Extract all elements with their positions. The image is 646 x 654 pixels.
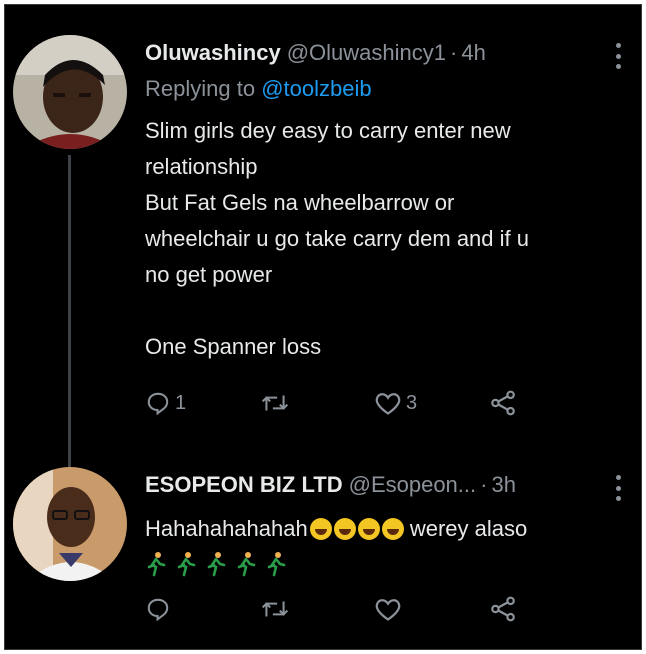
- separator-dot: ·: [480, 472, 488, 497]
- retweet-icon: [261, 601, 288, 617]
- like-button[interactable]: [374, 596, 489, 622]
- tweet-header: Oluwashincy @Oluwashincy1 · 4h: [145, 35, 621, 71]
- like-icon: [375, 599, 401, 621]
- runner-emoji-icon: [177, 552, 196, 577]
- tweet-text-line: Hahahahahahah: [145, 516, 308, 541]
- avatar-esopeon[interactable]: [13, 467, 127, 581]
- tweet-actions: [145, 595, 603, 623]
- tweet-content: Oluwashincy @Oluwashincy1 · 4h Replying to …: [145, 35, 621, 365]
- tweet-oluwashincy[interactable]: Oluwashincy @Oluwashincy1 · 4h Replying to …: [5, 35, 641, 467]
- replying-to: Replying to @toolzbeib: [145, 73, 613, 105]
- reply-count: 1: [175, 391, 187, 414]
- thread-connector-line: [68, 155, 71, 467]
- tweet-text-line: One Spanner loss: [145, 334, 322, 359]
- reply-icon: [147, 598, 169, 622]
- tweet-text-line: wheelchair u go take carry dem and if u: [145, 226, 529, 251]
- grinning-emoji-icon: [381, 518, 404, 540]
- runner-emoji-icon: [237, 552, 256, 577]
- retweet-button[interactable]: [260, 596, 375, 622]
- retweet-button[interactable]: [260, 390, 375, 416]
- emoji-row: [145, 547, 613, 581]
- laughing-emoji-icon: [333, 518, 356, 540]
- tweet-text-line: Slim girls dey easy to carry enter new: [145, 118, 511, 143]
- tweet-header: ESOPEON BIZ LTD @Esopeon... · 3h: [145, 467, 621, 503]
- replying-label: Replying to: [145, 76, 256, 101]
- tweet-content: ESOPEON BIZ LTD @Esopeon... · 3h Hahahahaha…: [145, 467, 621, 581]
- tweet-text-line: werey alaso: [409, 516, 528, 541]
- runner-emoji-icon: [147, 552, 166, 577]
- timestamp[interactable]: 4h: [461, 40, 485, 65]
- runner-emoji-icon: [207, 552, 226, 577]
- reply-icon: [147, 392, 169, 416]
- share-button[interactable]: [489, 389, 604, 417]
- like-icon: [375, 393, 401, 415]
- more-icon[interactable]: [613, 43, 623, 69]
- reply-button[interactable]: 1: [145, 390, 260, 416]
- user-handle[interactable]: @Esopeon...: [349, 472, 477, 497]
- tweet-text-line: no get power: [145, 262, 273, 287]
- share-button[interactable]: [489, 595, 604, 623]
- display-name[interactable]: Oluwashincy: [145, 40, 281, 65]
- avatar-oluwashincy[interactable]: [13, 35, 127, 149]
- reply-button[interactable]: [145, 596, 260, 622]
- runner-emoji-icon: [267, 552, 286, 577]
- tweet-thread-screenshot: Oluwashincy @Oluwashincy1 · 4h Replying to …: [4, 4, 642, 650]
- tweet-esopeon[interactable]: ESOPEON BIZ LTD @Esopeon... · 3h Hahahahaha…: [5, 467, 641, 649]
- more-icon[interactable]: [613, 475, 623, 501]
- like-count: 3: [406, 391, 418, 414]
- tweet-actions: 1 3: [145, 389, 603, 417]
- share-icon: [490, 390, 515, 416]
- separator-dot: ·: [450, 40, 458, 65]
- user-handle[interactable]: @Oluwashincy1: [287, 40, 446, 65]
- retweet-icon: [261, 395, 288, 411]
- timestamp[interactable]: 3h: [491, 472, 515, 497]
- like-button[interactable]: 3: [374, 390, 489, 416]
- tweet-text-line: But Fat Gels na wheelbarrow or: [145, 190, 455, 215]
- grinning-emoji-icon: [357, 518, 380, 540]
- display-name[interactable]: ESOPEON BIZ LTD: [145, 472, 343, 497]
- tweet-text: Hahahahahahah werey alaso: [145, 511, 613, 547]
- tweet-text: Slim girls dey easy to carry enter new r…: [145, 113, 613, 365]
- mention-link[interactable]: @toolzbeib: [261, 76, 371, 101]
- tweet-text-line: relationship: [145, 154, 258, 179]
- share-icon: [490, 596, 515, 622]
- laughing-emoji-icon: [309, 518, 332, 540]
